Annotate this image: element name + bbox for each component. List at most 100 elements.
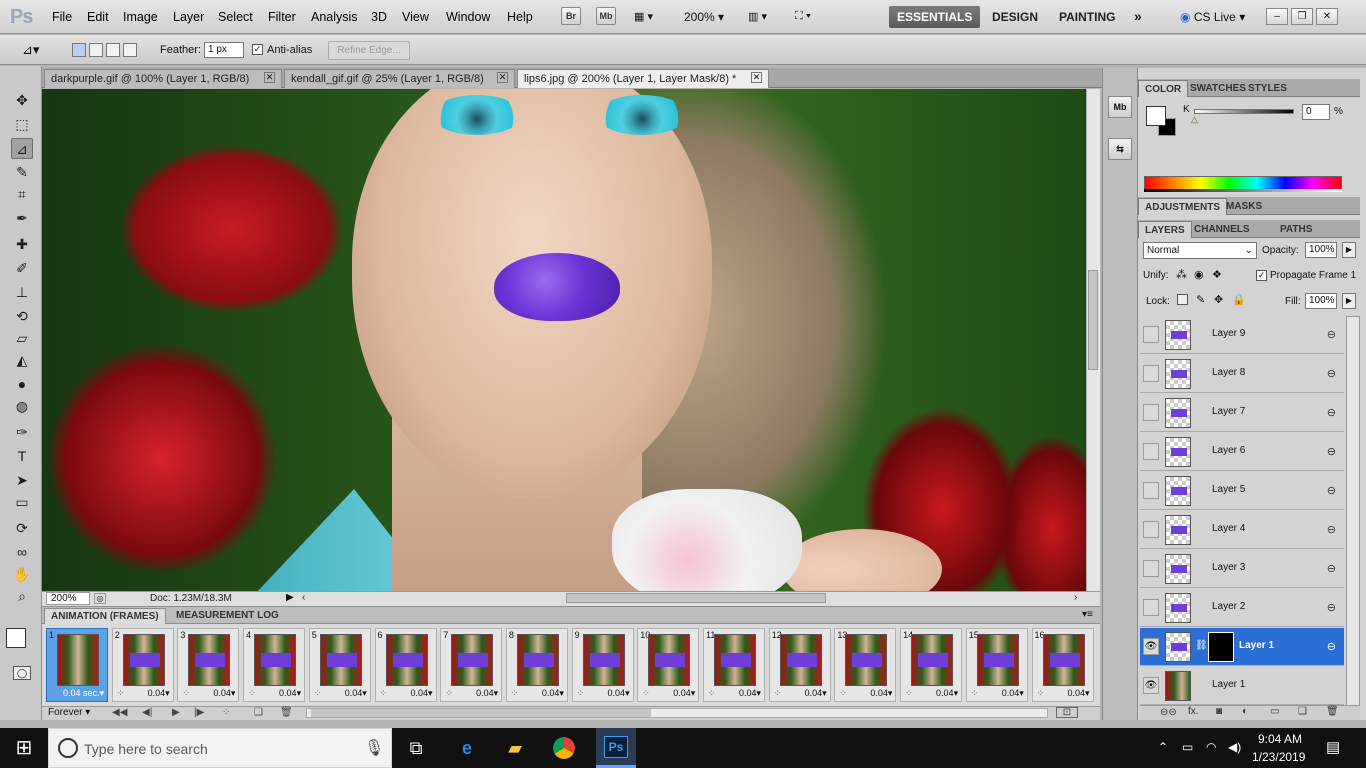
menu-filter[interactable]: Filter	[268, 10, 296, 24]
frame-disposal-icon[interactable]: ⁘	[708, 688, 716, 699]
workspace-design[interactable]: DESIGN	[984, 6, 1046, 28]
healing-brush-tool-icon[interactable]: ✚	[11, 234, 33, 255]
menu-select[interactable]: Select	[218, 10, 253, 24]
k-channel-slider[interactable]	[1194, 109, 1294, 114]
lock-all-icon[interactable]: 🔒	[1232, 293, 1246, 306]
paint-bucket-tool-icon[interactable]: ◭	[11, 350, 33, 371]
layer-row[interactable]: Layer 9 ⊖	[1140, 316, 1344, 354]
chrome-browser-icon[interactable]	[553, 737, 575, 759]
menu-layer[interactable]: Layer	[173, 10, 204, 24]
status-menu-icon[interactable]: ◎	[94, 593, 106, 604]
zoom-field[interactable]: 200%	[46, 592, 90, 605]
frames-scroll-thumb[interactable]	[311, 709, 651, 717]
unify-style-icon[interactable]: ❖	[1212, 268, 1222, 281]
layer-visibility-eye-icon[interactable]	[1143, 599, 1159, 616]
animation-frame[interactable]: 11 ⁘ 0.04▾	[703, 628, 765, 702]
animation-frame[interactable]: 5 ⁘ 0.04▾	[308, 628, 371, 702]
anti-alias-checkbox[interactable]: ✓	[252, 44, 263, 55]
layer-row[interactable]: Layer 6 ⊖	[1140, 433, 1344, 471]
hand-tool-icon[interactable]: ✋	[11, 564, 33, 585]
pen-tool-icon[interactable]: ✑	[11, 422, 33, 443]
frame-disposal-icon[interactable]: ⁘	[774, 688, 782, 699]
frame-delay-select[interactable]: 0.04▾	[213, 688, 235, 699]
opacity-input[interactable]: 100%	[1305, 242, 1337, 258]
animation-frame[interactable]: 6 ⁘ 0.04▾	[374, 628, 437, 702]
layer-link-icon[interactable]: ⊖	[1327, 601, 1336, 614]
quick-selection-tool-icon[interactable]: ✎	[11, 162, 33, 183]
frame-delay-select[interactable]: 0.04▾	[870, 688, 892, 699]
layer-visibility-eye-icon[interactable]	[1143, 365, 1159, 382]
menu-help[interactable]: Help	[507, 10, 533, 24]
adjustment-layer-icon[interactable]: ◐	[1242, 706, 1248, 717]
animation-frame[interactable]: 2 ⁘ 0.04▾	[111, 628, 174, 702]
layer-link-icon[interactable]: ⊖	[1327, 484, 1336, 497]
frame-delay-select[interactable]: 0.04▾	[936, 688, 958, 699]
microphone-icon[interactable]: 🎙	[364, 738, 384, 758]
frame-delay-select[interactable]: 0.04▾	[608, 688, 630, 699]
lock-position-icon[interactable]: ✥	[1214, 293, 1223, 306]
animation-frame[interactable]: 9 ⁘ 0.04▾	[571, 628, 634, 702]
tab-styles[interactable]: STYLES	[1242, 80, 1293, 97]
frame-delay-select[interactable]: 0.04 sec.▾	[63, 688, 104, 699]
lock-image-icon[interactable]: ✎	[1196, 293, 1205, 306]
opacity-slider-icon[interactable]: ▶	[1342, 242, 1356, 258]
add-selection-icon[interactable]	[89, 43, 103, 57]
frame-disposal-icon[interactable]: ⁘	[380, 688, 388, 699]
menu-analysis[interactable]: Analysis	[311, 10, 358, 24]
menu-edit[interactable]: Edit	[87, 10, 109, 24]
menu-window[interactable]: Window	[446, 10, 490, 24]
close-tab-icon[interactable]: ✕	[497, 72, 508, 83]
frame-disposal-icon[interactable]: ⁘	[182, 688, 190, 699]
frame-disposal-icon[interactable]: ⁘	[905, 688, 913, 699]
previous-frame-icon[interactable]: ◀|	[142, 707, 152, 718]
close-tab-icon[interactable]: ✕	[751, 72, 762, 83]
frame-delay-select[interactable]: 0.04▾	[673, 688, 695, 699]
grayscale-ramp[interactable]	[1144, 189, 1342, 192]
tab-layers[interactable]: LAYERS	[1138, 221, 1192, 238]
animation-frame[interactable]: 16 ⁘ 0.04▾	[1031, 628, 1094, 702]
action-center-icon[interactable]: ▤	[1326, 738, 1340, 756]
frame-delay-select[interactable]: 0.04▾	[805, 688, 827, 699]
animation-frame[interactable]: 13 ⁘ 0.04▾	[834, 628, 897, 702]
frame-delay-select[interactable]: 0.04▾	[148, 688, 170, 699]
layer-visibility-eye-icon[interactable]	[1143, 560, 1159, 577]
new-layer-icon[interactable]: ❏	[1298, 706, 1307, 717]
layer-link-icon[interactable]: ⊖	[1327, 445, 1336, 458]
first-frame-icon[interactable]: ◀◀	[112, 707, 127, 718]
path-selection-tool-icon[interactable]: ➤	[11, 470, 33, 491]
layer-visibility-eye-icon[interactable]	[1143, 443, 1159, 460]
layer-visibility-eye-icon[interactable]	[1143, 326, 1159, 343]
frame-disposal-icon[interactable]: ⁘	[445, 688, 453, 699]
menu-file[interactable]: File	[52, 10, 72, 24]
frame-delay-select[interactable]: 0.04▾	[542, 688, 564, 699]
animation-frame[interactable]: 4 ⁘ 0.04▾	[243, 628, 306, 702]
frames-scrollbar[interactable]	[306, 708, 1048, 718]
polygonal-lasso-preset-icon[interactable]: ⊿▾	[22, 42, 39, 58]
bridge-button[interactable]: Br	[561, 7, 581, 25]
convert-to-timeline-icon[interactable]: ⊡	[1056, 707, 1078, 718]
scroll-right-icon[interactable]: ›	[1074, 592, 1077, 603]
screen-mode-icon[interactable]: ⛶ ▾	[795, 10, 811, 23]
eyedropper-tool-icon[interactable]: ✒	[11, 208, 33, 229]
workspace-painting[interactable]: PAINTING	[1051, 6, 1123, 28]
link-layers-icon[interactable]: ⊖⊖	[1160, 707, 1177, 718]
slider-handle-icon[interactable]: △	[1191, 114, 1198, 125]
animation-frame[interactable]: 8 ⁘ 0.04▾	[505, 628, 568, 702]
status-menu-arrow-icon[interactable]: ▶	[286, 592, 294, 603]
lock-transparent-icon[interactable]	[1177, 294, 1188, 305]
wifi-icon[interactable]: ◠	[1206, 740, 1216, 754]
add-mask-icon[interactable]: ◙	[1216, 706, 1222, 717]
color-foreground-swatch[interactable]	[1146, 106, 1166, 126]
layers-scrollbar[interactable]	[1346, 316, 1360, 706]
animation-frame[interactable]: 7 ⁘ 0.04▾	[440, 628, 503, 702]
animation-frame[interactable]: 12 ⁘ 0.04▾	[768, 628, 831, 702]
menu-image[interactable]: Image	[123, 10, 158, 24]
animation-frame[interactable]: 10 ⁘ 0.04▾	[637, 628, 700, 702]
layer-link-icon[interactable]: ⊖	[1327, 328, 1336, 341]
file-explorer-icon[interactable]: ▰	[503, 736, 527, 760]
lasso-tool-icon[interactable]: ⊿	[11, 138, 33, 159]
clone-stamp-tool-icon[interactable]: ⊥	[11, 282, 33, 303]
type-tool-icon[interactable]: T	[11, 446, 33, 467]
canvas-horizontal-scroll-thumb[interactable]	[566, 593, 826, 603]
move-tool-icon[interactable]: ✥	[11, 90, 33, 111]
